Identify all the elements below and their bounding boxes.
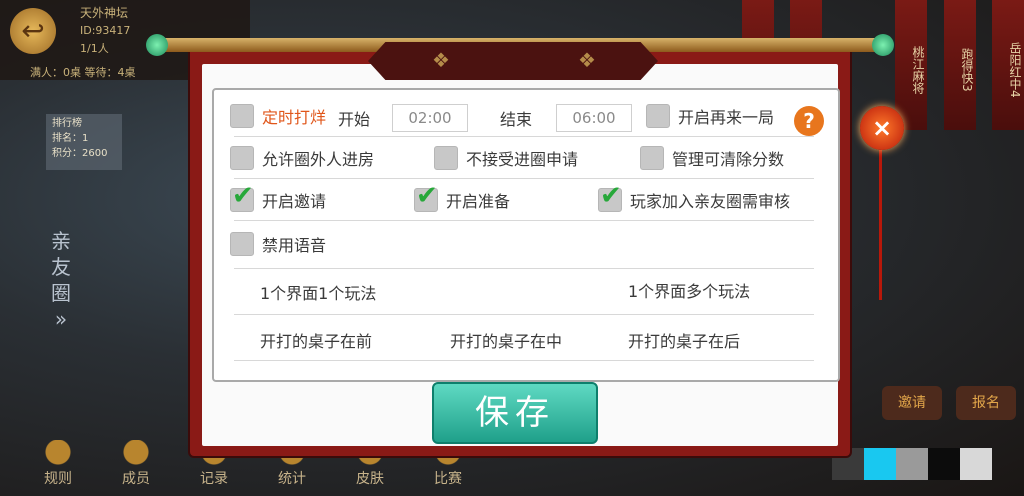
divider — [234, 220, 814, 221]
dialog-title-plate — [368, 42, 658, 80]
allow-outsiders-label: 允许圈外人进房 — [262, 150, 375, 169]
ornament-icon: ❖ — [432, 48, 450, 72]
color-swatch — [928, 448, 960, 480]
settings-row: 定时打烊 开始 02:00 结束 06:00 开启再来一局 ? — [214, 96, 834, 136]
rank-title: 排行榜 — [52, 118, 82, 129]
disable-voice-checkbox[interactable] — [230, 232, 254, 256]
settings-panel[interactable]: 定时打烊 开始 02:00 结束 06:00 开启再来一局 ? 允许圈外人进房 … — [212, 88, 840, 382]
nav-members[interactable]: 成员 — [108, 440, 164, 496]
enable-ready-label: 开启准备 — [446, 192, 511, 211]
top-scroll-tab[interactable]: 桃江麻将 — [895, 0, 927, 130]
settings-row: 开启邀请 开启准备 玩家加入亲友圈需审核 — [214, 180, 834, 220]
reject-join-checkbox[interactable] — [434, 146, 458, 170]
tassel-decoration — [879, 150, 882, 300]
allow-outsiders-option[interactable]: 允许圈外人进房 — [230, 146, 374, 170]
table-order-front[interactable]: 开打的桌子在前 — [260, 328, 372, 352]
divider — [234, 178, 814, 179]
club-stats: 满人：0桌 等待：4桌 — [30, 66, 136, 79]
top-scroll-tab[interactable]: 跑得快3 — [944, 0, 976, 130]
divider — [234, 136, 814, 137]
play-again-option[interactable]: 开启再来一局 — [646, 104, 774, 128]
allow-outsiders-checkbox[interactable] — [230, 146, 254, 170]
start-label: 开始 — [338, 110, 371, 129]
review-join-option[interactable]: 玩家加入亲友圈需审核 — [598, 181, 791, 212]
color-swatch — [864, 448, 896, 480]
friend-circle-tab[interactable]: 亲友圈 » — [46, 228, 76, 332]
end-label: 结束 — [500, 110, 533, 129]
club-count: 1/1人 — [80, 42, 109, 55]
layout-multi-play[interactable]: 1个界面多个玩法 — [628, 278, 750, 302]
divider — [234, 314, 814, 315]
timed-close-option[interactable]: 定时打烊 — [230, 104, 326, 128]
club-name: 天外神坛 — [80, 6, 129, 20]
rod-end-icon — [146, 34, 168, 56]
settings-row: 禁用语音 — [214, 224, 834, 264]
reject-join-label: 不接受进圈申请 — [466, 150, 579, 169]
help-icon[interactable]: ? — [794, 106, 824, 136]
review-join-label: 玩家加入亲友圈需审核 — [630, 192, 791, 211]
start-time-input[interactable]: 02:00 — [392, 104, 468, 132]
enable-ready-checkbox[interactable] — [414, 181, 438, 212]
enable-invite-option[interactable]: 开启邀请 — [230, 181, 327, 212]
save-button[interactable]: 保存 — [432, 382, 598, 444]
play-again-checkbox[interactable] — [646, 104, 670, 128]
ornament-icon: ❖ — [578, 48, 596, 72]
color-swatch — [960, 448, 992, 480]
signup-button[interactable]: 报名 — [956, 386, 1016, 420]
rank-score: 积分：2600 — [52, 148, 108, 159]
enable-invite-checkbox[interactable] — [230, 181, 254, 212]
divider — [234, 360, 814, 361]
admin-clear-checkbox[interactable] — [640, 146, 664, 170]
invite-button[interactable]: 邀请 — [882, 386, 942, 420]
timed-close-checkbox[interactable] — [230, 104, 254, 128]
enable-ready-option[interactable]: 开启准备 — [414, 181, 511, 212]
disable-voice-label: 禁用语音 — [262, 236, 327, 255]
divider — [234, 268, 814, 269]
club-id: ID:93417 — [80, 24, 131, 37]
enable-invite-label: 开启邀请 — [262, 192, 327, 211]
nav-rules[interactable]: 规则 — [30, 440, 86, 496]
reject-join-option[interactable]: 不接受进圈申请 — [434, 146, 578, 170]
disable-voice-option[interactable]: 禁用语音 — [230, 232, 326, 256]
play-again-label: 开启再来一局 — [678, 108, 775, 127]
end-time-input[interactable]: 06:00 — [556, 104, 632, 132]
timed-close-label: 定时打烊 — [262, 108, 327, 127]
table-order-back[interactable]: 开打的桌子在后 — [628, 328, 740, 352]
rank-line: 排名：1 — [52, 133, 89, 144]
back-arrow-icon[interactable]: ↩ — [10, 8, 56, 54]
color-swatch — [896, 448, 928, 480]
top-scroll-tab[interactable]: 岳阳红中4 — [992, 0, 1024, 130]
table-order-middle[interactable]: 开打的桌子在中 — [450, 328, 562, 352]
layout-one-play[interactable]: 1个界面1个玩法 — [260, 280, 376, 304]
rod-end-icon — [872, 34, 894, 56]
rank-panel[interactable]: 排行榜 排名：1 积分：2600 — [46, 114, 122, 170]
review-join-checkbox[interactable] — [598, 181, 622, 212]
admin-clear-label: 管理可清除分数 — [672, 150, 785, 169]
admin-clear-option[interactable]: 管理可清除分数 — [640, 146, 784, 170]
close-button[interactable]: × — [860, 106, 904, 150]
settings-row: 允许圈外人进房 不接受进圈申请 管理可清除分数 — [214, 138, 834, 178]
